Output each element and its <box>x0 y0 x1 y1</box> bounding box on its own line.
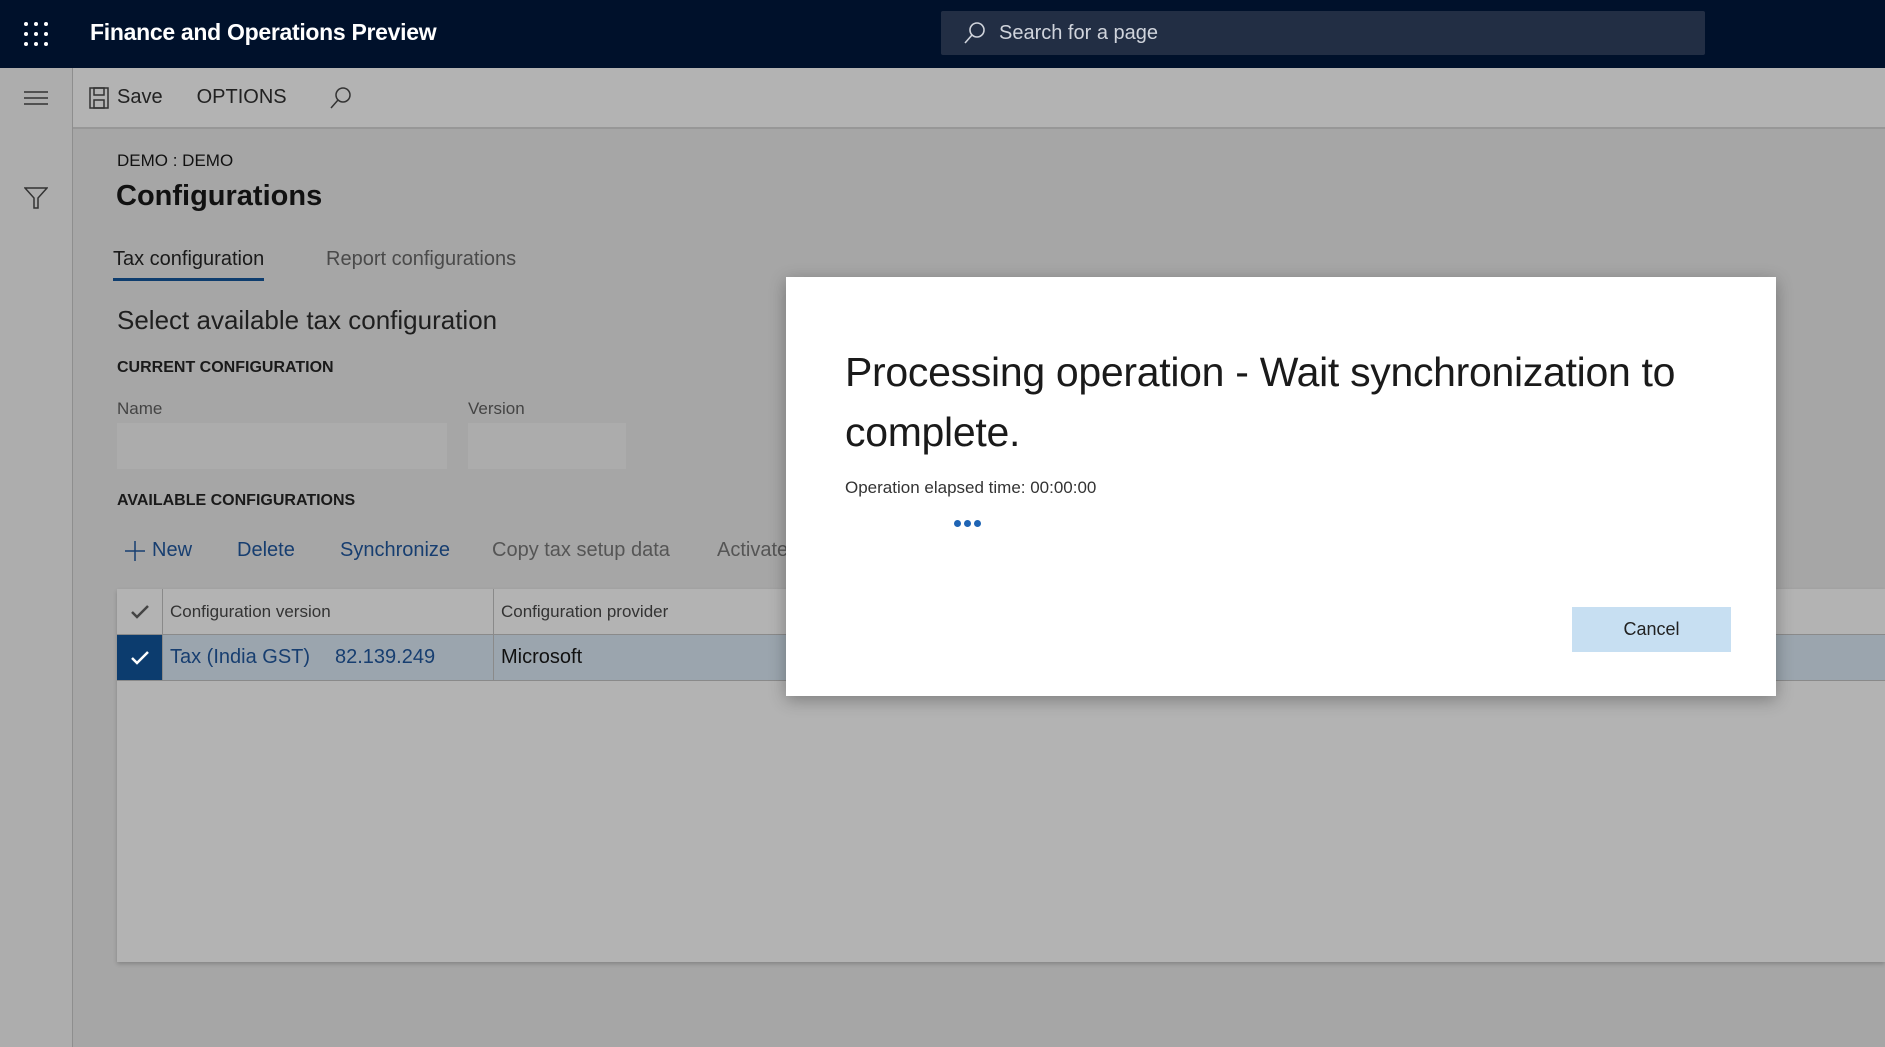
section-title: Select available tax configuration <box>117 305 498 335</box>
search-placeholder: Search for a page <box>999 21 1158 44</box>
search-input[interactable]: Search for a page <box>941 11 1705 55</box>
copy-tax-setup-data-button[interactable]: Copy tax setup data <box>492 539 670 562</box>
search-icon <box>964 22 985 44</box>
name-label: Name <box>117 399 163 418</box>
select-all-checkbox[interactable] <box>117 589 162 634</box>
app-launcher-icon[interactable] <box>24 22 48 46</box>
dialog-title: Processing operation - Wait synchronizat… <box>845 349 1676 455</box>
row-checkbox[interactable] <box>117 635 162 680</box>
available-configurations-heading: AVAILABLE CONFIGURATIONS <box>117 492 356 509</box>
processing-dialog: Processing operation - Wait synchronizat… <box>786 277 1776 696</box>
version-field[interactable] <box>468 423 626 469</box>
configuration-provider: Microsoft <box>501 646 583 668</box>
options-button[interactable]: OPTIONS <box>197 86 287 109</box>
tab-report-configurations[interactable]: Report configurations <box>326 248 516 271</box>
checkmark-icon <box>130 650 149 665</box>
activate-button[interactable]: Activate <box>717 539 788 562</box>
hamburger-menu-icon[interactable] <box>24 90 48 106</box>
save-button[interactable]: Save <box>89 86 163 109</box>
page-title: Configurations <box>116 180 323 212</box>
action-toolbar: Save OPTIONS <box>73 68 1885 129</box>
plus-icon <box>125 540 145 561</box>
save-label: Save <box>117 86 163 108</box>
version-label: Version <box>468 399 525 418</box>
new-button[interactable]: New <box>124 539 192 562</box>
column-header-configuration-version[interactable]: Configuration version <box>162 589 331 634</box>
nav-sidebar <box>0 68 73 1047</box>
tab-tax-configuration[interactable]: Tax configuration <box>113 248 265 281</box>
breadcrumb: DEMO : DEMO <box>117 151 234 170</box>
delete-button[interactable]: Delete <box>237 539 295 562</box>
name-field[interactable] <box>117 423 447 469</box>
filter-icon[interactable] <box>24 186 48 210</box>
search-icon[interactable] <box>329 86 353 110</box>
save-icon <box>89 86 109 109</box>
synchronize-button[interactable]: Synchronize <box>340 539 450 562</box>
loading-dots-icon <box>954 520 981 527</box>
new-label: New <box>152 539 193 561</box>
column-divider <box>162 589 163 681</box>
top-bar: Finance and Operations Preview Search fo… <box>0 0 1885 68</box>
configuration-version: 82.139.249 <box>335 646 436 668</box>
app-title: Finance and Operations Preview <box>90 19 437 45</box>
elapsed-time: Operation elapsed time: 00:00:00 <box>845 478 1097 497</box>
column-header-configuration-provider[interactable]: Configuration provider <box>493 589 668 634</box>
column-divider <box>493 589 494 681</box>
checkmark-icon <box>130 604 149 619</box>
current-configuration-heading: CURRENT CONFIGURATION <box>117 359 334 376</box>
cancel-button[interactable]: Cancel <box>1572 607 1731 652</box>
configuration-name[interactable]: Tax (India GST) <box>162 635 310 680</box>
